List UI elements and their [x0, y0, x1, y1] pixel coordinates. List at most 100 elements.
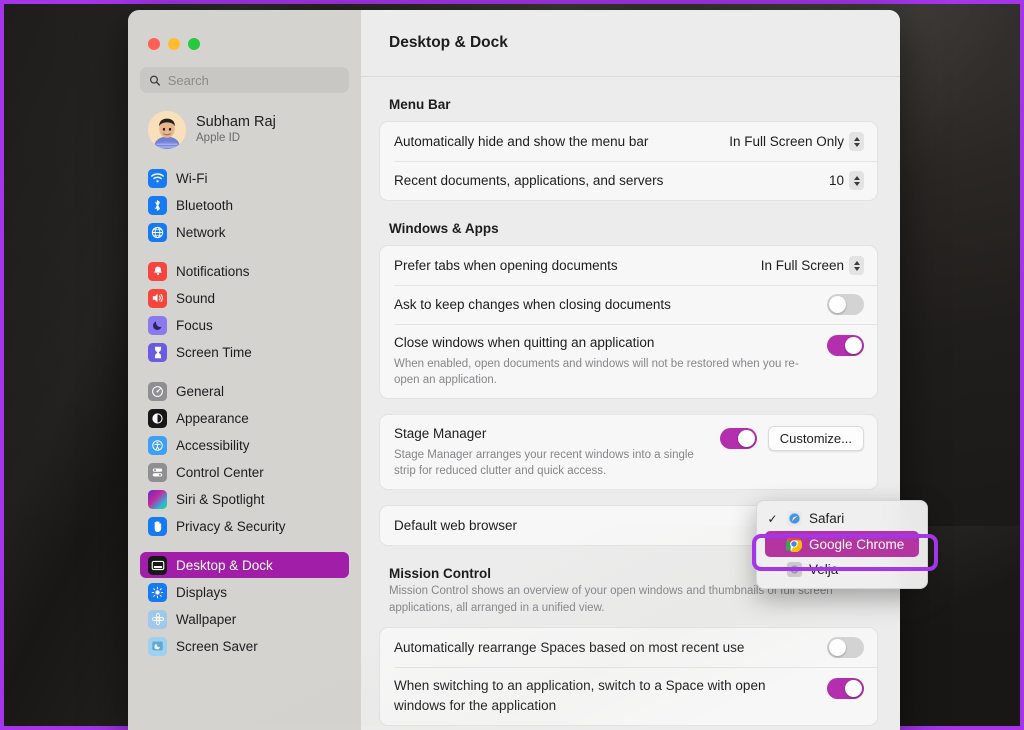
- stage-manager-toggle[interactable]: [719, 428, 757, 450]
- row-switch-to-space[interactable]: When switching to an application, switch…: [380, 667, 877, 725]
- row-auto-hide-menu-bar[interactable]: Automatically hide and show the menu bar…: [380, 122, 877, 161]
- chevron-updown-icon[interactable]: [849, 132, 864, 151]
- zoom-button[interactable]: [188, 38, 200, 50]
- popup-value: In Full Screen Only: [729, 134, 844, 149]
- search-input[interactable]: [167, 72, 340, 88]
- close-button[interactable]: [148, 38, 160, 50]
- auto-hide-menu-bar-popup[interactable]: In Full Screen Only: [729, 132, 864, 151]
- mission-control-card: Automatically rearrange Spaces based on …: [379, 627, 878, 727]
- sidebar-item-label: Accessibility: [176, 437, 250, 453]
- sidebar-item-desktop-dock[interactable]: Desktop & Dock: [140, 552, 349, 578]
- sidebar-item-sound[interactable]: Sound: [140, 285, 349, 311]
- settings-scroll-area[interactable]: Menu Bar Automatically hide and show the…: [361, 77, 900, 730]
- popup-value: 10: [828, 173, 844, 188]
- row-description: Stage Manager arranges your recent windo…: [394, 448, 694, 478]
- popup-value: In Full Screen: [760, 258, 844, 273]
- row-label: Stage Manager: [394, 426, 487, 442]
- minimize-button[interactable]: [168, 38, 180, 50]
- sidebar-item-label: Screen Time: [176, 344, 252, 360]
- row-label: Automatically rearrange Spaces based on …: [394, 639, 745, 655]
- sidebar-item-label: Appearance: [176, 410, 249, 426]
- close-windows-quitting-toggle[interactable]: [827, 335, 864, 356]
- menu-bar-card: Automatically hide and show the menu bar…: [379, 121, 878, 201]
- sidebar-item-screen-saver[interactable]: Screen Saver: [140, 633, 349, 659]
- memoji-avatar-icon: [148, 111, 186, 149]
- profile-subtitle: Apple ID: [196, 131, 241, 144]
- row-close-windows-quitting[interactable]: Close windows when quitting an applicati…: [380, 324, 877, 398]
- page-title: Desktop & Dock: [389, 34, 508, 51]
- sidebar-item-wifi[interactable]: Wi-Fi: [140, 165, 349, 191]
- prefer-tabs-popup[interactable]: In Full Screen: [761, 256, 864, 275]
- sidebar-item-label: Displays: [176, 584, 228, 600]
- menu-item-velja[interactable]: Velja: [757, 557, 927, 582]
- wifi-icon: [148, 168, 167, 188]
- sidebar-item-notifications[interactable]: Notifications: [140, 258, 349, 284]
- apple-id-profile-item[interactable]: Subham Raj Apple ID: [142, 106, 351, 154]
- customize-button[interactable]: Customize...: [767, 426, 864, 452]
- chevron-updown-icon[interactable]: [849, 171, 864, 190]
- row-label: Automatically hide and show the menu bar: [394, 133, 649, 149]
- appearance-contrast-icon: [148, 408, 167, 428]
- sound-speaker-icon: [148, 288, 167, 308]
- sidebar-item-displays[interactable]: Displays: [140, 579, 349, 605]
- sidebar-item-privacy-security[interactable]: Privacy & Security: [140, 513, 349, 539]
- search-icon: [149, 75, 161, 86]
- sidebar-item-label: Siri & Spotlight: [176, 491, 265, 507]
- menu-item-label: Safari: [809, 511, 845, 526]
- focus-moon-icon: [148, 315, 167, 335]
- section-title-menu-bar: Menu Bar: [389, 97, 451, 112]
- row-recent-documents[interactable]: Recent documents, applications, and serv…: [380, 161, 877, 200]
- default-browser-dropdown-menu[interactable]: ✓ Safari Google Chrome Velja: [756, 500, 928, 589]
- sidebar-item-label: Wi-Fi: [176, 170, 208, 186]
- sidebar-group-system: General Appearance Accessibility Control…: [138, 378, 351, 539]
- sidebar-item-bluetooth[interactable]: Bluetooth: [140, 192, 349, 218]
- desktop-screen: Subham Raj Apple ID Wi-Fi: [0, 0, 1024, 730]
- rearrange-spaces-toggle[interactable]: [827, 637, 864, 659]
- menu-item-label: Velja: [809, 562, 839, 577]
- sidebar-item-appearance[interactable]: Appearance: [140, 405, 349, 431]
- stage-manager-card: Stage Manager Stage Manager arranges you…: [379, 414, 878, 491]
- sidebar-item-label: General: [176, 383, 225, 399]
- wallpaper-flower-icon: [148, 609, 167, 629]
- menu-item-safari[interactable]: ✓ Safari: [757, 506, 927, 531]
- sidebar-item-accessibility[interactable]: Accessibility: [140, 432, 349, 458]
- profile-name: Subham Raj: [196, 113, 276, 130]
- recent-documents-popup[interactable]: 10: [829, 171, 864, 190]
- chrome-icon: [786, 536, 802, 552]
- desktop-dock-icon: [148, 555, 167, 575]
- menu-item-google-chrome[interactable]: Google Chrome: [765, 531, 919, 557]
- row-label: When switching to an application, switch…: [394, 678, 766, 713]
- row-label: Recent documents, applications, and serv…: [394, 172, 664, 188]
- window-controls: [138, 10, 351, 50]
- control-center-icon: [148, 462, 167, 482]
- sidebar-item-control-center[interactable]: Control Center: [140, 459, 349, 485]
- ask-keep-changes-toggle[interactable]: [827, 294, 864, 315]
- sidebar-item-siri-spotlight[interactable]: Siri & Spotlight: [140, 486, 349, 512]
- sidebar-item-label: Sound: [176, 290, 216, 306]
- chevron-updown-icon[interactable]: [849, 256, 864, 275]
- sidebar-item-general[interactable]: General: [140, 378, 349, 404]
- network-globe-icon: [148, 222, 167, 242]
- general-gear-icon: [148, 381, 167, 401]
- row-rearrange-spaces[interactable]: Automatically rearrange Spaces based on …: [380, 628, 877, 667]
- switch-to-space-toggle[interactable]: [827, 678, 864, 700]
- row-label: Close windows when quitting an applicati…: [394, 335, 655, 350]
- sidebar-item-focus[interactable]: Focus: [140, 312, 349, 338]
- notifications-bell-icon: [148, 261, 167, 281]
- sidebar-item-label: Control Center: [176, 464, 264, 480]
- sidebar: Subham Raj Apple ID Wi-Fi: [128, 10, 361, 730]
- row-label: Prefer tabs when opening documents: [394, 257, 618, 273]
- row-prefer-tabs[interactable]: Prefer tabs when opening documents In Fu…: [380, 246, 877, 285]
- safari-compass-icon: [786, 511, 802, 527]
- privacy-hand-icon: [148, 516, 167, 536]
- sidebar-item-network[interactable]: Network: [140, 219, 349, 245]
- row-ask-keep-changes[interactable]: Ask to keep changes when closing documen…: [380, 285, 877, 324]
- sidebar-item-wallpaper[interactable]: Wallpaper: [140, 606, 349, 632]
- sidebar-group-alerts: Notifications Sound Focus Screen Time: [138, 258, 351, 365]
- sidebar-item-screen-time[interactable]: Screen Time: [140, 339, 349, 365]
- row-stage-manager[interactable]: Stage Manager Stage Manager arranges you…: [380, 415, 877, 489]
- avatar: [148, 111, 186, 149]
- search-field[interactable]: [140, 67, 349, 93]
- menu-item-label: Google Chrome: [809, 536, 905, 552]
- checkmark-icon: ✓: [767, 511, 778, 526]
